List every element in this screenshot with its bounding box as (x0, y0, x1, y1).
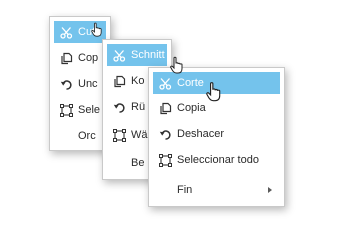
menu-item-label: Cut (78, 26, 96, 38)
select-all-icon (60, 103, 73, 117)
menu-item-order[interactable]: Orc (54, 125, 106, 147)
menu-item-label: Ko (131, 75, 145, 87)
menu-item-cut[interactable]: Cut (54, 21, 106, 43)
menu-item-label: Be (131, 157, 145, 169)
undo-icon (113, 101, 126, 114)
menu-item-label: Sele (78, 104, 101, 116)
scissors-icon (113, 49, 126, 62)
menu-item-label: Schnitt (131, 49, 165, 61)
undo-icon (60, 78, 73, 91)
scissors-icon (159, 77, 172, 90)
menu-item-label: Wä (131, 129, 148, 141)
menu-item-undo[interactable]: Unc (54, 73, 106, 95)
menu-item-label: Fin (177, 184, 193, 196)
menu-item-copy[interactable]: Cop (54, 47, 106, 69)
menu-item-label: Cop (78, 52, 99, 64)
menu-item-undo[interactable]: Deshacer (153, 123, 280, 145)
menu-item-order[interactable]: Fin (153, 179, 280, 201)
copy-icon (159, 102, 172, 115)
menu-item-label: Deshacer (177, 128, 225, 140)
undo-icon (159, 128, 172, 141)
menu-item-cut[interactable]: Schnitt (107, 44, 167, 66)
menu-item-select-all[interactable]: Seleccionar todo (153, 149, 280, 171)
copy-icon (113, 75, 126, 88)
menu-item-label: Rü (131, 101, 146, 113)
select-all-icon (159, 153, 172, 167)
menu-item-label: Corte (177, 77, 204, 89)
copy-icon (60, 52, 73, 65)
menu-item-label: Copia (177, 102, 206, 114)
menu-item-cut[interactable]: Corte (153, 72, 280, 94)
triangle-right-icon (268, 187, 272, 193)
select-all-icon (113, 128, 126, 142)
menu-item-label: Orc (78, 130, 96, 142)
scissors-icon (60, 26, 73, 39)
menu-item-label: Seleccionar todo (177, 154, 259, 166)
menu-item-copy[interactable]: Copia (153, 97, 280, 119)
menu-item-select-all[interactable]: Sele (54, 99, 106, 121)
menu-item-label: Unc (78, 78, 98, 90)
context-menu-spanish: Corte Copia Deshacer Seleccionar todo Fi… (148, 67, 285, 207)
